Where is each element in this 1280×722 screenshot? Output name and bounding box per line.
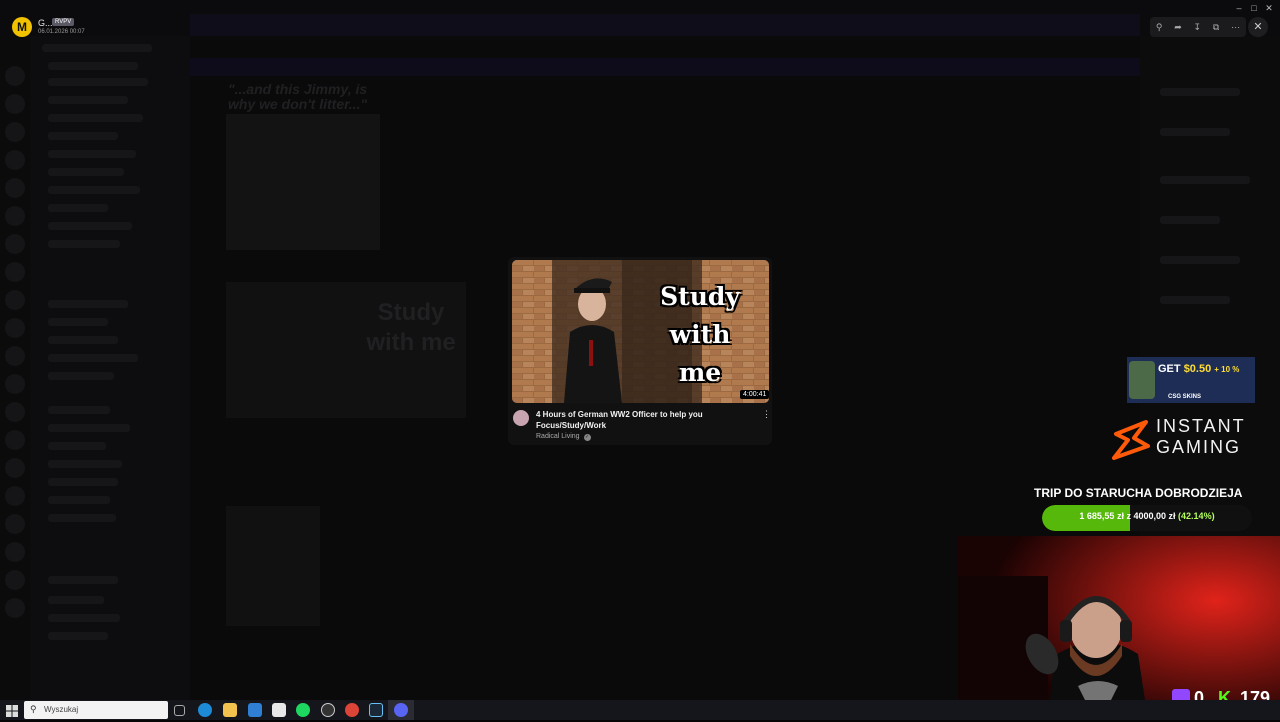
thumbnail-word: me — [678, 358, 722, 387]
windows-start-icon[interactable] — [6, 704, 18, 717]
edge-icon[interactable] — [198, 703, 212, 717]
ad-amount: $0.50 — [1183, 363, 1212, 375]
donation-goal-title: TRIP DO STARUCHA DOBRODZIEJA — [1034, 486, 1243, 500]
goal-target: 4000,00 zł — [1133, 511, 1176, 521]
app-logo: M — [12, 17, 32, 37]
author-badge: RVPV — [52, 18, 75, 26]
forward-icon[interactable]: ➦ — [1174, 22, 1182, 33]
file-explorer-icon[interactable] — [223, 703, 237, 717]
viewer-toolbar: ⚲ ➦ ↧ ⧉ ⋯ — [1150, 17, 1246, 37]
thumbnail-caption: Study with me — [650, 278, 750, 392]
video-title[interactable]: 4 Hours of German WW2 Officer to help yo… — [536, 409, 746, 431]
video-duration: 4:00:41 — [740, 390, 770, 399]
author-name: G... — [38, 18, 53, 28]
video-more-icon[interactable]: ⋮ — [762, 409, 771, 420]
chrome-icon[interactable] — [345, 703, 359, 717]
ad-bonus: + 10 % — [1214, 365, 1240, 374]
server-rail — [0, 36, 30, 700]
thumbnail-word: with — [669, 320, 731, 349]
store-icon[interactable] — [248, 703, 262, 717]
goal-percent: (42.14%) — [1178, 511, 1215, 521]
verified-check-icon: ✓ — [583, 434, 591, 441]
calendar-icon[interactable] — [272, 703, 286, 717]
post-timestamp: 06.01.2026 00:07 — [38, 29, 85, 35]
sponsor-line1: INSTANT — [1156, 416, 1246, 436]
download-icon[interactable]: ↧ — [1194, 22, 1202, 33]
ad-brand: CSG SKINS — [1168, 394, 1202, 400]
taskbar-search-placeholder[interactable]: Wyszukaj — [44, 705, 78, 714]
goal-separator: z — [1126, 511, 1131, 521]
donation-goal-text: 1 685,55 zł z 4000,00 zł (42.14%) — [1042, 511, 1252, 521]
instant-gaming-logo-icon — [1110, 418, 1152, 465]
background-banner — [190, 14, 1140, 36]
app-logo-letter: M — [17, 20, 27, 34]
search-icon: ⚲ — [30, 704, 37, 714]
channel-list — [30, 36, 190, 700]
more-icon[interactable]: ⋯ — [1231, 22, 1240, 33]
thumbnail-word: Study — [660, 282, 740, 311]
close-viewer-button[interactable]: ✕ — [1248, 17, 1268, 37]
zombie-mascot-image — [1129, 361, 1155, 399]
task-view-icon[interactable] — [174, 705, 185, 716]
close-icon[interactable]: ✕ — [1262, 2, 1276, 14]
embed-thumbnail-text: Study with me — [366, 299, 456, 356]
discord-icon[interactable] — [394, 703, 408, 717]
webcam-feed — [958, 536, 1280, 720]
minimize-icon[interactable]: – — [1232, 2, 1246, 14]
steam-icon[interactable] — [369, 703, 383, 717]
channel-name[interactable]: Radical Living — [536, 433, 580, 440]
open-external-icon[interactable]: ⧉ — [1213, 22, 1219, 33]
spotify-icon[interactable] — [296, 703, 310, 717]
sponsor-name: INSTANT GAMING — [1156, 416, 1246, 458]
ad-get: GET — [1158, 363, 1181, 375]
embed-image — [226, 506, 320, 626]
ad-offer: GET $0.50 + 10 % — [1158, 363, 1239, 375]
background-notice-bar — [190, 58, 1140, 76]
goal-current: 1 685,55 zł — [1079, 511, 1124, 521]
taskbar — [0, 700, 1280, 720]
meme-image — [226, 114, 380, 250]
channel-avatar[interactable] — [513, 410, 529, 426]
zoom-icon[interactable]: ⚲ — [1156, 22, 1163, 33]
maximize-icon[interactable]: □ — [1247, 2, 1261, 14]
obs-icon[interactable] — [321, 703, 335, 717]
channel-name-row[interactable]: Radical Living ✓ — [536, 433, 591, 441]
sponsor-line2: GAMING — [1156, 437, 1242, 457]
meme-caption: "...and this Jimmy, is why we don't litt… — [228, 81, 368, 112]
